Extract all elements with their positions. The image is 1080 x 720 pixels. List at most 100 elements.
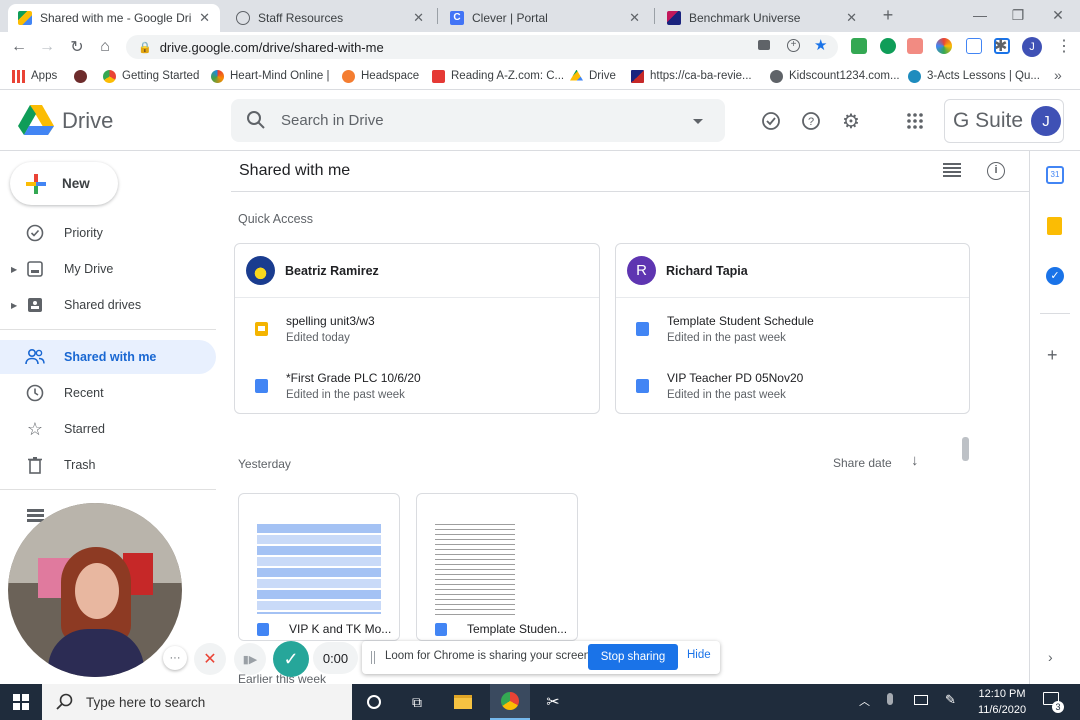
- task-view-icon[interactable]: ⧉: [402, 688, 432, 716]
- sidebar-item-my-drive[interactable]: ▶ My Drive: [0, 252, 216, 286]
- bookmark-logo[interactable]: [74, 66, 93, 86]
- tab-clever-portal[interactable]: C Clever | Portal ✕: [440, 4, 650, 32]
- puzzle-extensions-icon[interactable]: ✱: [994, 36, 1007, 56]
- back-arrow-icon[interactable]: ←: [8, 36, 30, 58]
- quick-access-file[interactable]: *First Grade PLC 10/6/20 Edited in the p…: [235, 363, 599, 409]
- minimize-icon[interactable]: —: [960, 0, 1000, 30]
- sidebar-item-starred[interactable]: ☆ Starred: [0, 412, 216, 446]
- settings-gear-icon[interactable]: ⚙: [839, 109, 863, 133]
- bookmark-headspace[interactable]: Headspace: [342, 66, 419, 86]
- file-tile[interactable]: Template Studen...: [416, 493, 578, 641]
- extension-document-icon[interactable]: [966, 38, 982, 54]
- quick-access-file[interactable]: VIP Teacher PD 05Nov20 Edited in the pas…: [616, 363, 969, 409]
- account-avatar[interactable]: J: [1031, 106, 1062, 136]
- new-tab-button[interactable]: +: [877, 6, 899, 26]
- extension-grammarly-icon[interactable]: [880, 38, 896, 54]
- bookmarks-overflow-icon[interactable]: »: [1054, 67, 1062, 83]
- show-hidden-icons-icon[interactable]: ︿: [859, 693, 870, 709]
- taskbar-search-box[interactable]: Type here to search: [42, 684, 352, 720]
- profile-avatar[interactable]: J: [1022, 37, 1042, 57]
- pen-ink-icon[interactable]: ✎: [945, 692, 956, 708]
- bookmark-ca-ba-review[interactable]: https://ca-ba-revie...: [631, 66, 752, 86]
- home-icon[interactable]: ⌂: [94, 36, 116, 58]
- bookmark-drive[interactable]: Drive: [570, 66, 616, 86]
- sort-by-label[interactable]: Share date: [833, 456, 892, 470]
- google-apps-icon[interactable]: [903, 109, 927, 133]
- bookmark-heart-mind[interactable]: Heart-Mind Online |: [211, 66, 330, 86]
- browser-menu-icon[interactable]: ⋮: [1056, 36, 1072, 56]
- scrollbar-thumb[interactable]: [962, 437, 969, 461]
- details-info-icon[interactable]: i: [987, 162, 1005, 180]
- bookmark-star-icon[interactable]: ★: [814, 36, 827, 54]
- search-options-icon[interactable]: [693, 119, 703, 124]
- owner-avatar[interactable]: R: [627, 256, 656, 285]
- windows-start-icon[interactable]: [6, 688, 36, 716]
- shield-logo-icon: [74, 69, 87, 83]
- reload-icon[interactable]: ↻: [66, 36, 88, 58]
- close-tab-icon[interactable]: ✕: [629, 10, 640, 26]
- close-window-icon[interactable]: ✕: [1038, 0, 1078, 30]
- app-name[interactable]: Drive: [62, 108, 113, 134]
- sidebar-item-shared-drives[interactable]: ▶ Shared drives: [0, 288, 216, 322]
- close-tab-icon[interactable]: ✕: [199, 10, 210, 26]
- snipping-tool-icon[interactable]: ✂: [538, 688, 568, 716]
- sidebar-item-recent[interactable]: Recent: [0, 376, 216, 410]
- tab-staff-resources[interactable]: Staff Resources ✕: [226, 4, 434, 32]
- bookmark-apps[interactable]: Apps: [12, 66, 57, 86]
- calendar-icon[interactable]: 31: [1046, 166, 1064, 184]
- extension-arrow-icon[interactable]: [907, 38, 923, 54]
- tab-benchmark-universe[interactable]: Benchmark Universe ✕: [657, 4, 867, 32]
- add-to-page-icon[interactable]: +: [787, 39, 800, 52]
- search-icon[interactable]: [246, 110, 266, 130]
- new-button[interactable]: New: [10, 162, 118, 205]
- quick-access-file[interactable]: spelling unit3/w3 Edited today: [235, 306, 599, 352]
- loom-cancel-icon[interactable]: ✕: [194, 643, 226, 675]
- bookmark-getting-started[interactable]: Getting Started: [103, 66, 199, 86]
- bookmark-reading-az[interactable]: Reading A-Z.com: C...: [432, 66, 564, 86]
- expand-arrow-icon[interactable]: ▶: [11, 265, 17, 274]
- search-input[interactable]: Search in Drive: [281, 112, 384, 129]
- tasks-icon[interactable]: ✓: [1046, 267, 1064, 285]
- expand-panel-chevron-icon[interactable]: ›: [1048, 649, 1053, 665]
- bookmark-kidscount[interactable]: Kidscount1234.com...: [770, 66, 900, 86]
- address-bar[interactable]: 🔒 drive.google.com/drive/shared-with-me: [126, 35, 838, 59]
- quick-access-file[interactable]: Template Student Schedule Edited in the …: [616, 306, 969, 352]
- chrome-taskbar-item[interactable]: [490, 684, 530, 720]
- taskbar-clock[interactable]: 12:10 PM 11/6/2020: [966, 686, 1038, 718]
- google-drive-logo[interactable]: [18, 104, 54, 136]
- stop-sharing-button[interactable]: Stop sharing: [588, 644, 678, 670]
- camera-icon[interactable]: [758, 40, 770, 50]
- sidebar-item-priority[interactable]: Priority: [0, 216, 216, 250]
- offline-ready-icon[interactable]: [759, 109, 783, 133]
- sort-direction-arrow-icon[interactable]: ↓: [911, 452, 919, 469]
- list-view-icon[interactable]: [943, 163, 961, 177]
- loom-more-options-icon[interactable]: ···: [163, 646, 187, 670]
- extension-pinwheel-icon[interactable]: [936, 38, 952, 54]
- drag-handle-icon[interactable]: [371, 651, 375, 664]
- help-icon[interactable]: ?: [799, 109, 823, 133]
- battery-icon[interactable]: [914, 695, 928, 705]
- sidebar-item-shared-with-me[interactable]: Shared with me: [0, 340, 216, 374]
- tab-shared-with-me[interactable]: Shared with me - Google Dri ✕: [8, 4, 220, 32]
- maximize-icon[interactable]: ❐: [998, 0, 1038, 30]
- gsuite-account-button[interactable]: G Suite J: [944, 99, 1064, 143]
- loom-pause-icon[interactable]: ▮▶: [234, 643, 266, 675]
- expand-arrow-icon[interactable]: ▶: [11, 301, 17, 310]
- webcam-bubble[interactable]: [8, 503, 182, 677]
- file-explorer-icon[interactable]: [448, 688, 478, 716]
- file-tile[interactable]: VIP K and TK Mo...: [238, 493, 400, 641]
- forward-arrow-icon[interactable]: →: [36, 36, 58, 58]
- keep-icon[interactable]: [1047, 217, 1062, 235]
- globe-icon: [770, 69, 783, 83]
- cortana-icon[interactable]: [359, 688, 389, 716]
- close-tab-icon[interactable]: ✕: [413, 10, 424, 26]
- sidebar-item-trash[interactable]: Trash: [0, 448, 216, 482]
- owner-avatar[interactable]: [246, 256, 275, 285]
- extension-green-icon[interactable]: [851, 38, 867, 54]
- loom-finish-check-icon[interactable]: ✓: [273, 641, 309, 677]
- close-tab-icon[interactable]: ✕: [846, 10, 857, 26]
- bookmark-3-acts[interactable]: 3-Acts Lessons | Qu...: [908, 66, 1040, 86]
- get-addons-plus-icon[interactable]: +: [1047, 345, 1058, 366]
- microphone-icon[interactable]: [887, 693, 893, 705]
- hide-button[interactable]: Hide: [687, 649, 711, 661]
